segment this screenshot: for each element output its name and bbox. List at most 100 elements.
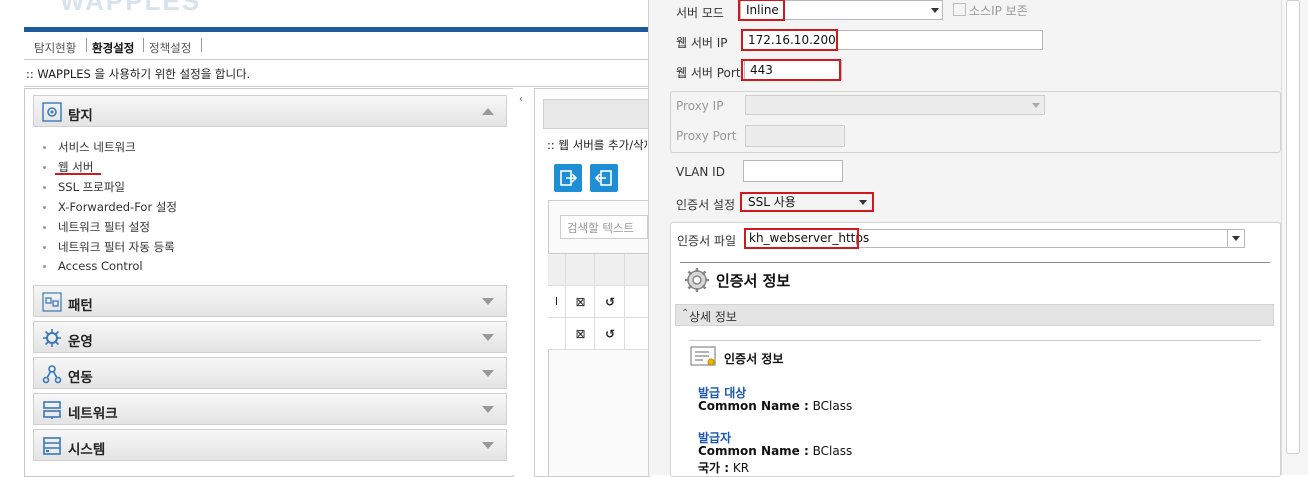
bullet-icon: [43, 206, 46, 209]
server-mode-label: 서버 모드: [676, 6, 724, 20]
bullet-icon: [43, 166, 46, 169]
menu-item-label: 서비스 네트워크: [58, 140, 136, 154]
menu-section-integration[interactable]: 연동: [33, 357, 507, 389]
field-value: KR: [732, 461, 750, 475]
bullet-icon: [43, 265, 46, 268]
menu-item-network-filter-auto[interactable]: 네트워크 필터 자동 등록: [43, 239, 175, 255]
issuer-common-name: Common Name : BClass: [698, 444, 852, 458]
grid-header-cell: [624, 254, 649, 286]
list-description: :: 웹 서버를 추가/삭제합니다.: [547, 138, 647, 152]
edit-icon[interactable]: ↺: [594, 286, 625, 318]
menu-item-label: Access Control: [58, 259, 143, 273]
menu-section-label: 연동: [68, 370, 93, 386]
proxy-port-input[interactable]: [745, 125, 845, 147]
bullet-icon: [43, 246, 46, 249]
proxy-port-label: Proxy Port: [676, 129, 737, 143]
grid-search-input[interactable]: 검색할 텍스트: [560, 215, 648, 239]
table-row[interactable]: I ⊠ ↺: [548, 285, 648, 318]
gear-icon: [685, 268, 709, 292]
bullet-icon: [43, 146, 46, 149]
source-ip-checkbox[interactable]: [953, 3, 966, 16]
divider: [24, 86, 648, 87]
row-marker: I: [554, 295, 559, 308]
menu-section-system[interactable]: 시스템: [33, 429, 507, 461]
menu-item-x-forwarded-for[interactable]: X-Forwarded-For 설정: [43, 199, 177, 215]
table-row[interactable]: ⊠ ↺: [548, 317, 648, 350]
pattern-icon: [42, 292, 62, 312]
menu-item-access-control[interactable]: Access Control: [43, 259, 143, 273]
menu-section-detect[interactable]: 탐지: [33, 95, 507, 127]
expand-caret-icon[interactable]: [482, 370, 494, 377]
menu-item-network-filter[interactable]: 네트워크 필터 설정: [43, 219, 150, 235]
grid-cell: [548, 318, 565, 350]
grid-cell: [624, 286, 649, 318]
header-accent-bar: [24, 27, 648, 32]
cert-file-label: 인증서 파일: [677, 234, 737, 248]
menu-item-label: 네트워크 필터 설정: [58, 220, 150, 234]
menu-item-service-network[interactable]: 서비스 네트워크: [43, 139, 136, 155]
export-icon: [560, 170, 578, 186]
field-value: BClass: [812, 399, 853, 413]
menu-section-pattern[interactable]: 패턴: [33, 285, 507, 317]
proxy-ip-select[interactable]: [745, 95, 1045, 115]
edit-icon[interactable]: ↺: [594, 318, 625, 350]
issuer-country: 국가 : KR: [698, 459, 749, 476]
dropdown-arrow-icon[interactable]: [931, 8, 939, 13]
menu-section-label: 패턴: [68, 298, 93, 314]
menu-section-operation[interactable]: 운영: [33, 321, 507, 353]
settings-menu: 탐지 서비스 네트워크 웹 서버 SSL 프로파일 X-Forwarded-Fo…: [24, 88, 514, 477]
bullet-icon: [43, 186, 46, 189]
bullet-icon: [43, 226, 46, 229]
add-button[interactable]: [554, 164, 582, 192]
grid-header-cell: [594, 254, 625, 286]
menu-item-ssl-profile[interactable]: SSL 프로파일: [43, 179, 125, 195]
menu-section-label: 탐지: [68, 108, 93, 124]
remove-button[interactable]: [590, 164, 618, 192]
panel-splitter[interactable]: [513, 88, 533, 475]
cert-info-subtitle: 인증서 정보: [724, 352, 784, 366]
operation-icon: [43, 329, 61, 347]
detect-icon: [42, 102, 62, 122]
expand-caret-icon[interactable]: [482, 406, 494, 413]
vlan-id-input[interactable]: [743, 160, 843, 182]
tab-environment-settings[interactable]: 환경설정: [92, 40, 134, 56]
highlight-box: [738, 0, 785, 21]
dropdown-arrow-icon[interactable]: [1232, 236, 1240, 241]
menu-section-label: 운영: [68, 334, 93, 350]
delete-icon[interactable]: ⊠: [565, 318, 595, 350]
detail-info-header[interactable]: [675, 304, 1274, 326]
main-tabs: 탐지현황 환경설정 정책설정: [24, 33, 648, 60]
menu-section-label: 시스템: [68, 442, 106, 458]
app-logo: WAPPLES: [60, 0, 202, 16]
expand-caret-icon[interactable]: [482, 442, 494, 449]
menu-item-label: SSL 프로파일: [58, 180, 125, 194]
integration-icon: [42, 365, 62, 384]
highlight-box: [741, 59, 841, 81]
expand-caret-icon[interactable]: [482, 334, 494, 341]
web-server-port-label: 웹 서버 Port: [676, 66, 741, 80]
expand-caret-icon[interactable]: [482, 298, 494, 305]
proxy-ip-label: Proxy IP: [676, 99, 724, 113]
menu-section-network[interactable]: 네트워크: [33, 393, 507, 425]
cert-setting-label: 인증서 설정: [676, 198, 736, 212]
highlight-box: [744, 228, 859, 249]
field-label: Common Name :: [698, 399, 809, 413]
menu-section-label: 네트워크: [68, 406, 118, 422]
scrollbar-thumb[interactable]: [1286, 0, 1300, 454]
tab-policy-settings[interactable]: 정책설정: [149, 40, 191, 56]
tab-divider: [201, 38, 202, 52]
subject-common-name: Common Name : BClass: [698, 399, 852, 413]
tab-detection-status[interactable]: 탐지현황: [34, 40, 76, 56]
collapse-caret-icon[interactable]: [482, 108, 494, 115]
delete-icon[interactable]: ⊠: [565, 286, 595, 318]
menu-item-label: 웹 서버: [58, 160, 94, 174]
field-value: BClass: [812, 444, 853, 458]
grid-cell: [624, 318, 649, 350]
certificate-icon: [690, 346, 716, 366]
cert-info-title: 인증서 정보: [716, 272, 791, 290]
detail-info-label: 상세 정보: [689, 310, 737, 324]
divider: [1227, 230, 1228, 247]
collapse-left-icon[interactable]: ‹: [519, 94, 523, 105]
list-toolbar: [543, 99, 650, 129]
divider: [548, 349, 648, 350]
